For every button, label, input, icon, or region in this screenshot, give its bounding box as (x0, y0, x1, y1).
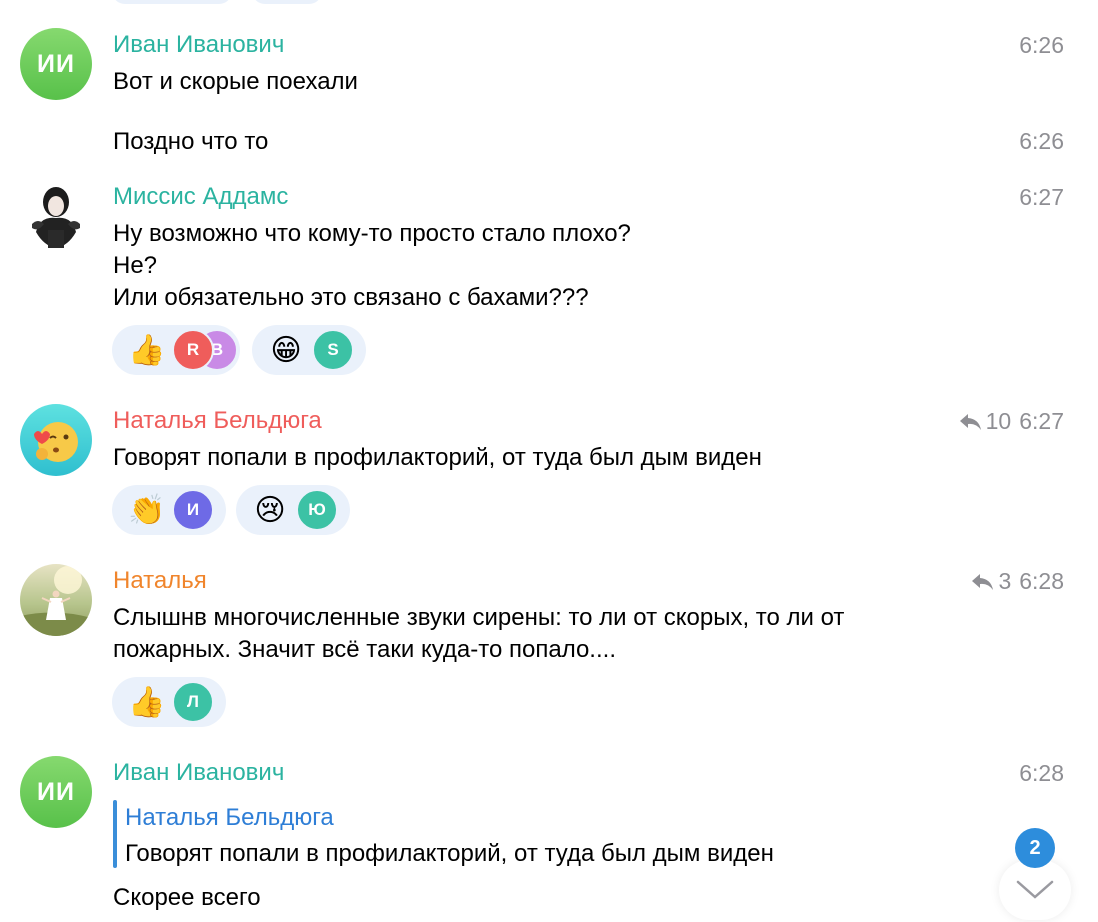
message-author[interactable]: Миссис Аддамс (113, 183, 288, 211)
grin-icon: 😁 (270, 332, 302, 368)
message-author[interactable]: Наталья Бельдюга (113, 407, 322, 435)
message-line: Или обязательно это связано с бахами??? (113, 284, 589, 311)
reaction-user-avatar: Л (172, 681, 214, 723)
message-time: 6:26 (1019, 32, 1064, 59)
wednesday-addams-avatar (32, 187, 80, 248)
message-line: Слышнв многочисленные звуки сирены: то л… (113, 604, 845, 631)
message-meta: 3 6:28 (970, 568, 1064, 595)
thumbs-up-icon: 👍 (128, 332, 166, 368)
message-time: 6:26 (1019, 128, 1064, 155)
time-label: 6:27 (1019, 184, 1064, 210)
reaction-user-avatar: S (312, 329, 354, 371)
avatar[interactable] (20, 404, 92, 476)
chevron-down-icon (1016, 880, 1054, 899)
clapping-icon: 👏 (128, 492, 166, 528)
avatar-initials: ИИ (37, 49, 75, 78)
message-author[interactable]: Наталья (113, 567, 207, 595)
scroll-to-bottom-button[interactable] (999, 860, 1071, 920)
avatar[interactable]: ИИ (20, 756, 92, 828)
time-label: 6:27 (1019, 408, 1064, 434)
reaction-chip[interactable]: 😁 S (252, 325, 366, 375)
message-text: Скорее всего (113, 884, 261, 911)
message-author[interactable]: Иван Иванович (113, 759, 284, 787)
reply-arrow-icon[interactable] (958, 412, 982, 432)
reaction-chip[interactable]: 👍 R B (112, 325, 240, 375)
avatar[interactable]: ИИ (20, 28, 92, 100)
crying-icon: 😢 (254, 492, 286, 528)
message-time: 6:28 (1019, 760, 1064, 787)
blowing-kiss-emoji-avatar (34, 422, 78, 462)
avatar[interactable] (20, 564, 92, 636)
reaction-chip[interactable]: 👏 И (112, 485, 226, 535)
message-text: Поздно что то (113, 128, 269, 155)
message-line: пожарных. Значит всё таки куда-то попало… (113, 636, 616, 663)
avatar-initials: ИИ (37, 777, 75, 806)
quote-author[interactable]: Наталья Бельдюга (125, 802, 334, 833)
quote-text[interactable]: Говорят попали в профилакторий, от туда … (125, 838, 774, 869)
message-time: 6:27 (1019, 184, 1064, 211)
reaction-chip[interactable]: 😢 Ю (236, 485, 350, 535)
avatar[interactable] (20, 180, 92, 252)
unread-count-badge[interactable]: 2 (1015, 828, 1055, 868)
reaction-user-avatar: Ю (296, 489, 338, 531)
time-label: 6:26 (1019, 128, 1064, 154)
reaction-user-avatar: И (172, 489, 214, 531)
time-label: 6:26 (1019, 32, 1064, 58)
message-line: Ну возможно что кому-то просто стало пло… (113, 220, 631, 247)
message-author[interactable]: Иван Иванович (113, 31, 284, 59)
thumbs-up-icon: 👍 (128, 684, 166, 720)
quote-bar (113, 800, 117, 868)
reply-count[interactable]: 10 (986, 408, 1012, 435)
message-line: Не? (113, 252, 158, 279)
reply-count[interactable]: 3 (998, 568, 1011, 595)
girl-in-field-photo-avatar (20, 566, 92, 636)
time-label: 6:28 (1019, 760, 1064, 786)
message-text: Говорят попали в профилакторий, от туда … (113, 444, 762, 471)
time-label: 6:28 (1019, 568, 1064, 594)
reaction-user-avatar: R (172, 329, 214, 371)
message-text: Вот и скорые поехали (113, 68, 358, 95)
previous-reaction-remnant (252, 0, 322, 4)
previous-reaction-remnant (112, 0, 232, 4)
reply-arrow-icon[interactable] (970, 572, 994, 592)
message-meta: 10 6:27 (958, 408, 1064, 435)
reaction-chip[interactable]: 👍 Л (112, 677, 226, 727)
